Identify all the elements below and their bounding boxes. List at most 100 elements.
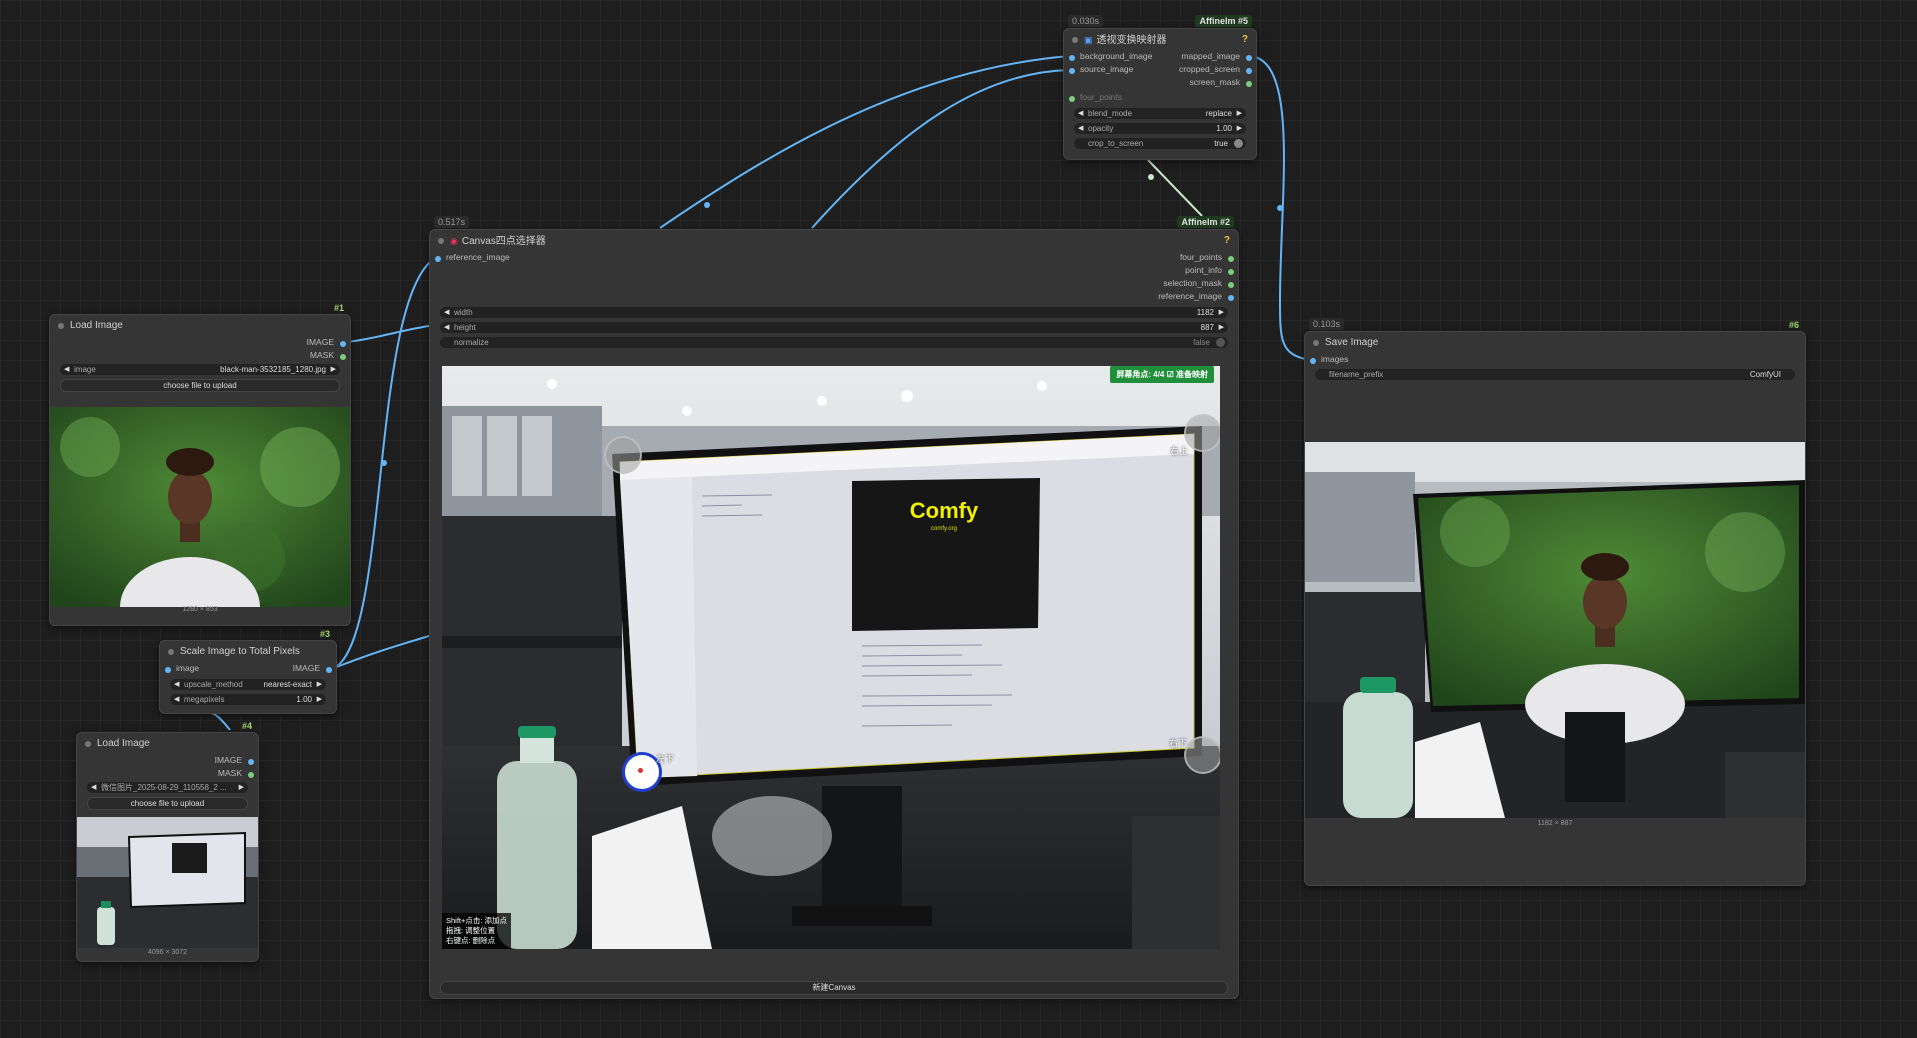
collapse-dot-icon[interactable] — [58, 323, 64, 329]
output-socket-icon[interactable] — [248, 759, 254, 765]
io-row-2[interactable]: source_image cropped_screen — [1064, 64, 1256, 77]
arrow-right-icon[interactable]: ▶ — [1219, 322, 1224, 333]
output-socket-icon[interactable] — [248, 772, 254, 778]
save-image-node-6[interactable]: 0.103s #6 Save Image images filename_pre… — [1304, 318, 1806, 886]
io-row-1[interactable]: reference_image four_points — [430, 252, 1238, 265]
input-socket-icon[interactable] — [165, 667, 171, 673]
help-icon[interactable]: ? — [1224, 230, 1230, 252]
output-socket-icon[interactable] — [1228, 256, 1234, 262]
output-socket-icon[interactable] — [340, 354, 346, 360]
preview-image — [50, 407, 350, 607]
node-title[interactable]: Save Image — [1305, 332, 1805, 354]
link-canvas-points-to-affine — [1147, 159, 1203, 217]
link-affine-to-save — [1249, 55, 1311, 361]
output-mask[interactable]: MASK — [77, 768, 258, 781]
node-title[interactable]: Scale Image to Total Pixels — [160, 641, 336, 663]
hint-delete-point: 右键点: 删除点 — [446, 936, 496, 945]
collapse-dot-icon[interactable] — [438, 238, 444, 244]
link-scale-to-canvas-ref — [333, 634, 433, 669]
collapse-dot-icon[interactable] — [85, 741, 91, 747]
megapixels-input[interactable]: ◀ megapixels 1.00 ▶ — [170, 694, 326, 705]
width-input[interactable]: ◀ width 1182 ▶ — [440, 307, 1228, 318]
canvas-four-point-node-2[interactable]: 0.517s AffineIm #2 ◉ Canvas四点选择器? referen… — [429, 216, 1239, 999]
output-socket-icon[interactable] — [1246, 55, 1252, 61]
io-row-3[interactable]: screen_mask — [1064, 77, 1256, 90]
input-socket-icon[interactable] — [1069, 96, 1075, 102]
opacity-input[interactable]: ◀ opacity 1.00 ▶ — [1074, 123, 1246, 134]
link-canvas-to-affine-src — [811, 69, 1071, 229]
collapse-dot-icon[interactable] — [1072, 37, 1078, 43]
output-mask[interactable]: MASK — [50, 350, 350, 363]
output-socket-icon[interactable] — [340, 341, 346, 347]
arrow-left-icon[interactable]: ◀ — [444, 322, 449, 333]
io-image[interactable]: image IMAGE — [160, 663, 336, 676]
load-image-node-1[interactable]: #1 Load Image IMAGE MASK ◀ image black-man… — [49, 303, 351, 626]
portrait-preview — [50, 407, 350, 607]
corner-handle-top-right[interactable] — [1184, 414, 1220, 452]
io-row-4[interactable]: four_points — [1064, 92, 1256, 105]
arrow-right-icon[interactable]: ▶ — [1219, 307, 1224, 318]
help-icon[interactable]: ? — [1242, 29, 1248, 51]
image-select[interactable]: ◀ image black-man-3532185_1280.jpg ▶ — [60, 364, 340, 375]
output-socket-icon[interactable] — [1228, 282, 1234, 288]
height-input[interactable]: ◀ height 887 ▶ — [440, 322, 1228, 333]
toggle-icon[interactable] — [1234, 139, 1243, 148]
output-socket-icon[interactable] — [326, 667, 332, 673]
arrow-left-icon[interactable]: ◀ — [91, 782, 96, 793]
status-badge: 屏幕角点: 4/4 ☑ 准备映射 — [1110, 366, 1214, 383]
normalize-toggle[interactable]: normalize false — [440, 337, 1228, 348]
output-image[interactable]: IMAGE — [77, 755, 258, 768]
arrow-left-icon[interactable]: ◀ — [1078, 123, 1083, 134]
arrow-left-icon[interactable]: ◀ — [64, 364, 69, 375]
io-row-3[interactable]: selection_mask — [430, 278, 1238, 291]
arrow-right-icon[interactable]: ▶ — [1237, 108, 1242, 119]
new-canvas-button[interactable]: 新建Canvas — [440, 981, 1228, 995]
arrow-right-icon[interactable]: ▶ — [239, 782, 244, 793]
input-socket-icon[interactable] — [1069, 55, 1075, 61]
arrow-left-icon[interactable]: ◀ — [1078, 108, 1083, 119]
crop-to-screen-toggle[interactable]: crop_to_screen true — [1074, 138, 1246, 149]
corner-handle-top-left[interactable] — [604, 436, 642, 474]
load-image-node-4[interactable]: #4 Load Image IMAGE MASK ◀ 微信图片_2025-08-2… — [76, 721, 259, 962]
arrow-right-icon[interactable]: ▶ — [1237, 123, 1242, 134]
image-select[interactable]: ◀ 微信图片_2025-08-29_110558_2 ... ▶ — [87, 782, 248, 793]
arrow-left-icon[interactable]: ◀ — [174, 694, 179, 705]
input-socket-icon[interactable] — [1310, 358, 1316, 364]
node-id: #1 — [333, 303, 344, 313]
toggle-icon[interactable] — [1216, 338, 1225, 347]
output-socket-icon[interactable] — [1246, 68, 1252, 74]
canvas-area[interactable]: Comfy comfy.org 右上 右下 左下 屏幕角点: 4/4 ☑ 准备映… — [442, 366, 1220, 949]
hint-box: Shift+点击: 添加点 拖拽: 调整位置 右键点: 删除点 — [442, 913, 512, 949]
scale-image-node-3[interactable]: #3 Scale Image to Total Pixels image IMAG… — [159, 629, 337, 714]
filename-prefix-input[interactable]: filename_prefix ComfyUI — [1315, 369, 1795, 380]
output-socket-icon[interactable] — [1246, 81, 1252, 87]
output-socket-icon[interactable] — [1228, 295, 1234, 301]
input-socket-icon[interactable] — [435, 256, 441, 262]
node-title[interactable]: ▣ 透视变换映射器? — [1064, 29, 1256, 51]
arrow-left-icon[interactable]: ◀ — [444, 307, 449, 318]
arrow-left-icon[interactable]: ◀ — [174, 679, 179, 690]
collapse-dot-icon[interactable] — [168, 649, 174, 655]
node-title[interactable]: Load Image — [77, 733, 258, 755]
arrow-right-icon[interactable]: ▶ — [317, 679, 322, 690]
io-row-4[interactable]: reference_image — [430, 291, 1238, 304]
arrow-right-icon[interactable]: ▶ — [317, 694, 322, 705]
office-photo: Comfy comfy.org — [442, 366, 1220, 949]
arrow-right-icon[interactable]: ▶ — [331, 364, 336, 375]
node-title[interactable]: ◉ Canvas四点选择器? — [430, 230, 1238, 252]
upload-button[interactable]: choose file to upload — [60, 379, 340, 392]
node-title[interactable]: Load Image — [50, 315, 350, 337]
collapse-dot-icon[interactable] — [1313, 340, 1319, 346]
output-socket-icon[interactable] — [1228, 269, 1234, 275]
perspective-mapper-node-5[interactable]: 0.030s AffineIm #5 ▣ 透视变换映射器? background_… — [1063, 15, 1257, 160]
blend-mode-select[interactable]: ◀ blend_mode replace ▶ — [1074, 108, 1246, 119]
office-preview — [77, 817, 258, 948]
io-row-2[interactable]: point_info — [430, 265, 1238, 278]
upload-button[interactable]: choose file to upload — [87, 797, 248, 810]
io-row-1[interactable]: background_image mapped_image — [1064, 51, 1256, 64]
corner-handle-bottom-right[interactable] — [1184, 736, 1220, 774]
upscale-method-select[interactable]: ◀ upscale_method nearest-exact ▶ — [170, 679, 326, 690]
output-image[interactable]: IMAGE — [50, 337, 350, 350]
input-images[interactable]: images — [1305, 354, 1805, 367]
input-socket-icon[interactable] — [1069, 68, 1075, 74]
